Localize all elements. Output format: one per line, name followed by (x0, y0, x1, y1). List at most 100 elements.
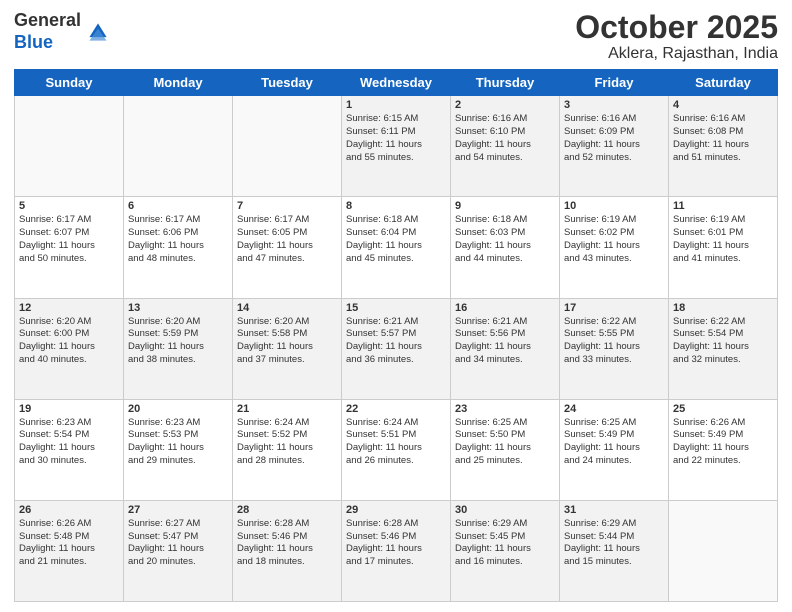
day-cell: 6 Sunrise: 6:17 AM Sunset: 6:06 PM Daylig… (124, 197, 233, 298)
day-info: Sunrise: 6:16 AM Sunset: 6:08 PM Dayligh… (673, 113, 773, 164)
week-row-2: 5Sunrise: 6:17 AM Sunset: 6:07 PM Daylig… (15, 197, 778, 298)
day-info: Sunrise: 6:23 AM Sunset: 5:53 PM Dayligh… (128, 417, 228, 468)
day-info: Sunrise: 6:19 AM Sunset: 6:01 PM Dayligh… (673, 214, 773, 265)
day-cell: 11 Sunrise: 6:19 AM Sunset: 6:01 PM Dayli… (669, 197, 778, 298)
day-info: Sunrise: 6:29 AM Sunset: 5:45 PM Dayligh… (455, 518, 555, 569)
logo: General Blue (14, 10, 110, 53)
day-number: 10 (564, 200, 664, 212)
logo-blue: Blue (14, 32, 81, 54)
day-cell: 27 Sunrise: 6:27 AM Sunset: 5:47 PM Dayli… (124, 500, 233, 601)
day-number: 29 (346, 504, 446, 516)
logo-general: General (14, 10, 81, 32)
day-cell: 12Sunrise: 6:20 AM Sunset: 6:00 PM Dayli… (15, 298, 124, 399)
day-info: Sunrise: 6:26 AM Sunset: 5:48 PM Dayligh… (19, 518, 119, 569)
day-info: Sunrise: 6:20 AM Sunset: 5:58 PM Dayligh… (237, 316, 337, 367)
day-cell: 26 Sunrise: 6:26 AM Sunset: 5:48 PM Dayli… (15, 500, 124, 601)
day-info: Sunrise: 6:17 AM Sunset: 6:05 PM Dayligh… (237, 214, 337, 265)
day-cell: 20Sunrise: 6:23 AM Sunset: 5:53 PM Dayli… (124, 399, 233, 500)
day-number: 28 (237, 504, 337, 516)
day-cell (233, 96, 342, 197)
day-number: 17 (564, 302, 664, 314)
day-cell: 15Sunrise: 6:21 AM Sunset: 5:57 PM Dayli… (342, 298, 451, 399)
day-number: 23 (455, 403, 555, 415)
day-header-monday: Monday (124, 70, 233, 96)
day-info: Sunrise: 6:17 AM Sunset: 6:06 PM Dayligh… (128, 214, 228, 265)
day-number: 11 (673, 200, 773, 212)
week-row-4: 19Sunrise: 6:23 AM Sunset: 5:54 PM Dayli… (15, 399, 778, 500)
day-cell: 29 Sunrise: 6:28 AM Sunset: 5:46 PM Dayli… (342, 500, 451, 601)
day-number: 22 (346, 403, 446, 415)
day-cell: 28Sunrise: 6:28 AM Sunset: 5:46 PM Dayli… (233, 500, 342, 601)
day-cell: 17 Sunrise: 6:22 AM Sunset: 5:55 PM Dayli… (560, 298, 669, 399)
week-row-5: 26 Sunrise: 6:26 AM Sunset: 5:48 PM Dayli… (15, 500, 778, 601)
day-number: 7 (237, 200, 337, 212)
day-header-wednesday: Wednesday (342, 70, 451, 96)
day-number: 5 (19, 200, 119, 212)
day-info: Sunrise: 6:16 AM Sunset: 6:09 PM Dayligh… (564, 113, 664, 164)
day-number: 31 (564, 504, 664, 516)
day-number: 26 (19, 504, 119, 516)
day-number: 4 (673, 99, 773, 111)
day-cell: 7 Sunrise: 6:17 AM Sunset: 6:05 PM Daylig… (233, 197, 342, 298)
day-cell: 14 Sunrise: 6:20 AM Sunset: 5:58 PM Dayli… (233, 298, 342, 399)
month-title: October 2025 (575, 10, 778, 45)
day-info: Sunrise: 6:25 AM Sunset: 5:50 PM Dayligh… (455, 417, 555, 468)
day-cell: 3 Sunrise: 6:16 AM Sunset: 6:09 PM Daylig… (560, 96, 669, 197)
day-header-thursday: Thursday (451, 70, 560, 96)
day-number: 8 (346, 200, 446, 212)
day-number: 14 (237, 302, 337, 314)
day-cell: 4 Sunrise: 6:16 AM Sunset: 6:08 PM Daylig… (669, 96, 778, 197)
day-cell: 5Sunrise: 6:17 AM Sunset: 6:07 PM Daylig… (15, 197, 124, 298)
day-number: 9 (455, 200, 555, 212)
day-number: 19 (19, 403, 119, 415)
header-row: SundayMondayTuesdayWednesdayThursdayFrid… (15, 70, 778, 96)
day-info: Sunrise: 6:18 AM Sunset: 6:04 PM Dayligh… (346, 214, 446, 265)
day-number: 2 (455, 99, 555, 111)
day-info: Sunrise: 6:21 AM Sunset: 5:56 PM Dayligh… (455, 316, 555, 367)
day-info: Sunrise: 6:22 AM Sunset: 5:55 PM Dayligh… (564, 316, 664, 367)
day-cell: 2 Sunrise: 6:16 AM Sunset: 6:10 PM Daylig… (451, 96, 560, 197)
logo-icon (86, 20, 110, 44)
page: General Blue October 2025 Aklera, Rajast… (0, 0, 792, 612)
day-header-tuesday: Tuesday (233, 70, 342, 96)
day-header-saturday: Saturday (669, 70, 778, 96)
day-header-sunday: Sunday (15, 70, 124, 96)
day-cell: 10 Sunrise: 6:19 AM Sunset: 6:02 PM Dayli… (560, 197, 669, 298)
day-number: 6 (128, 200, 228, 212)
title-block: October 2025 Aklera, Rajasthan, India (575, 10, 778, 63)
week-row-1: 1Sunrise: 6:15 AM Sunset: 6:11 PM Daylig… (15, 96, 778, 197)
day-number: 13 (128, 302, 228, 314)
day-info: Sunrise: 6:28 AM Sunset: 5:46 PM Dayligh… (346, 518, 446, 569)
day-info: Sunrise: 6:20 AM Sunset: 5:59 PM Dayligh… (128, 316, 228, 367)
calendar-table: SundayMondayTuesdayWednesdayThursdayFrid… (14, 69, 778, 602)
day-info: Sunrise: 6:27 AM Sunset: 5:47 PM Dayligh… (128, 518, 228, 569)
day-cell: 13 Sunrise: 6:20 AM Sunset: 5:59 PM Dayli… (124, 298, 233, 399)
day-info: Sunrise: 6:18 AM Sunset: 6:03 PM Dayligh… (455, 214, 555, 265)
location-title: Aklera, Rajasthan, India (575, 45, 778, 63)
day-info: Sunrise: 6:24 AM Sunset: 5:52 PM Dayligh… (237, 417, 337, 468)
day-cell: 30Sunrise: 6:29 AM Sunset: 5:45 PM Dayli… (451, 500, 560, 601)
day-cell (15, 96, 124, 197)
day-number: 12 (19, 302, 119, 314)
day-number: 15 (346, 302, 446, 314)
day-cell: 19Sunrise: 6:23 AM Sunset: 5:54 PM Dayli… (15, 399, 124, 500)
day-cell: 24Sunrise: 6:25 AM Sunset: 5:49 PM Dayli… (560, 399, 669, 500)
day-cell: 18Sunrise: 6:22 AM Sunset: 5:54 PM Dayli… (669, 298, 778, 399)
day-info: Sunrise: 6:29 AM Sunset: 5:44 PM Dayligh… (564, 518, 664, 569)
day-header-friday: Friday (560, 70, 669, 96)
day-number: 21 (237, 403, 337, 415)
day-info: Sunrise: 6:19 AM Sunset: 6:02 PM Dayligh… (564, 214, 664, 265)
day-info: Sunrise: 6:16 AM Sunset: 6:10 PM Dayligh… (455, 113, 555, 164)
day-cell: 8 Sunrise: 6:18 AM Sunset: 6:04 PM Daylig… (342, 197, 451, 298)
day-cell: 25Sunrise: 6:26 AM Sunset: 5:49 PM Dayli… (669, 399, 778, 500)
day-cell (669, 500, 778, 601)
day-cell: 23 Sunrise: 6:25 AM Sunset: 5:50 PM Dayli… (451, 399, 560, 500)
day-cell: 1Sunrise: 6:15 AM Sunset: 6:11 PM Daylig… (342, 96, 451, 197)
day-info: Sunrise: 6:24 AM Sunset: 5:51 PM Dayligh… (346, 417, 446, 468)
day-cell: 31 Sunrise: 6:29 AM Sunset: 5:44 PM Dayli… (560, 500, 669, 601)
day-number: 27 (128, 504, 228, 516)
day-number: 3 (564, 99, 664, 111)
day-cell: 21 Sunrise: 6:24 AM Sunset: 5:52 PM Dayli… (233, 399, 342, 500)
day-cell (124, 96, 233, 197)
day-cell: 16Sunrise: 6:21 AM Sunset: 5:56 PM Dayli… (451, 298, 560, 399)
